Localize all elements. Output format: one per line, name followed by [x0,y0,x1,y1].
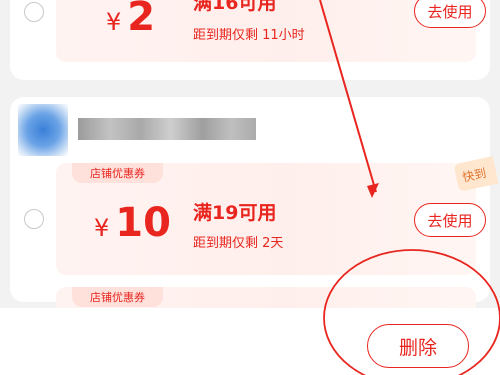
use-coupon-button-1[interactable]: 去使用 [414,0,486,28]
amount-value: 2 [127,0,156,40]
coupon-select-radio-1[interactable] [24,2,44,22]
coupon-select-radio-2[interactable] [24,209,44,229]
store-logo-blurred [18,104,68,156]
currency-symbol: ¥ [94,214,110,242]
coupon-condition-2: 满19可用 [193,202,277,224]
store-coupon-tag-2: 店铺优惠券 [72,163,163,183]
use-coupon-button-2[interactable]: 去使用 [414,203,486,237]
store-coupon-tag-3: 店铺优惠券 [72,287,163,307]
coupon-expiry-1: 距到期仅剩 11小时 [193,28,305,43]
coupon-amount-2: ¥10 [94,200,171,246]
coupon-amount-1: ¥2 [106,0,155,40]
delete-button[interactable]: 删除 [367,324,469,368]
amount-value: 10 [115,200,171,246]
coupon-expiry-2: 距到期仅剩 2天 [193,236,284,251]
coupon-condition-1: 满16可用 [193,0,277,14]
store-name-blurred [78,118,256,140]
expiring-soon-text: 快到 [460,165,488,185]
currency-symbol: ¥ [106,8,122,36]
